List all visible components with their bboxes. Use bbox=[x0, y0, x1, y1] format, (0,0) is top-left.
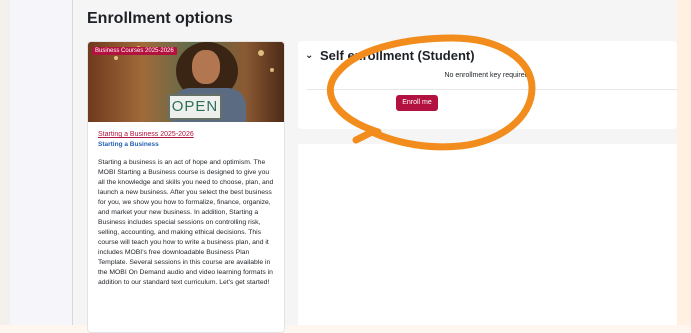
light-bokeh bbox=[258, 50, 264, 56]
open-sign: OPEN bbox=[168, 94, 222, 120]
enroll-me-button[interactable]: Enroll me bbox=[396, 95, 438, 111]
course-description: Starting a business is an act of hope an… bbox=[98, 159, 274, 286]
self-enrollment-panel: ⌄ Self enrollment (Student) No enrollmen… bbox=[298, 41, 677, 129]
panel-divider bbox=[307, 89, 677, 90]
content-panel bbox=[298, 144, 677, 325]
main-region: Enrollment options Business Courses 2025… bbox=[73, 0, 677, 333]
course-card: Business Courses 2025-2026 OPEN Starting… bbox=[87, 41, 285, 333]
self-enrollment-title[interactable]: Self enrollment (Student) bbox=[320, 48, 475, 63]
course-image[interactable]: Business Courses 2025-2026 OPEN bbox=[88, 42, 284, 122]
left-margin-strip bbox=[0, 0, 10, 325]
course-category-badge: Business Courses 2025-2026 bbox=[92, 47, 177, 55]
sidebar bbox=[10, 0, 73, 325]
light-bokeh bbox=[114, 56, 118, 60]
enrollment-key-message: No enrollment key required. bbox=[444, 72, 531, 79]
course-card-body: Starting a Business 2025-2026 Starting a… bbox=[88, 122, 284, 288]
chevron-down-icon[interactable]: ⌄ bbox=[305, 51, 315, 61]
course-category-link[interactable]: Starting a Business bbox=[98, 141, 274, 148]
light-bokeh bbox=[270, 68, 274, 72]
course-title-link[interactable]: Starting a Business 2025-2026 bbox=[98, 131, 274, 138]
person-face bbox=[192, 50, 220, 84]
right-margin-strip bbox=[677, 0, 691, 325]
page-title: Enrollment options bbox=[87, 10, 233, 27]
